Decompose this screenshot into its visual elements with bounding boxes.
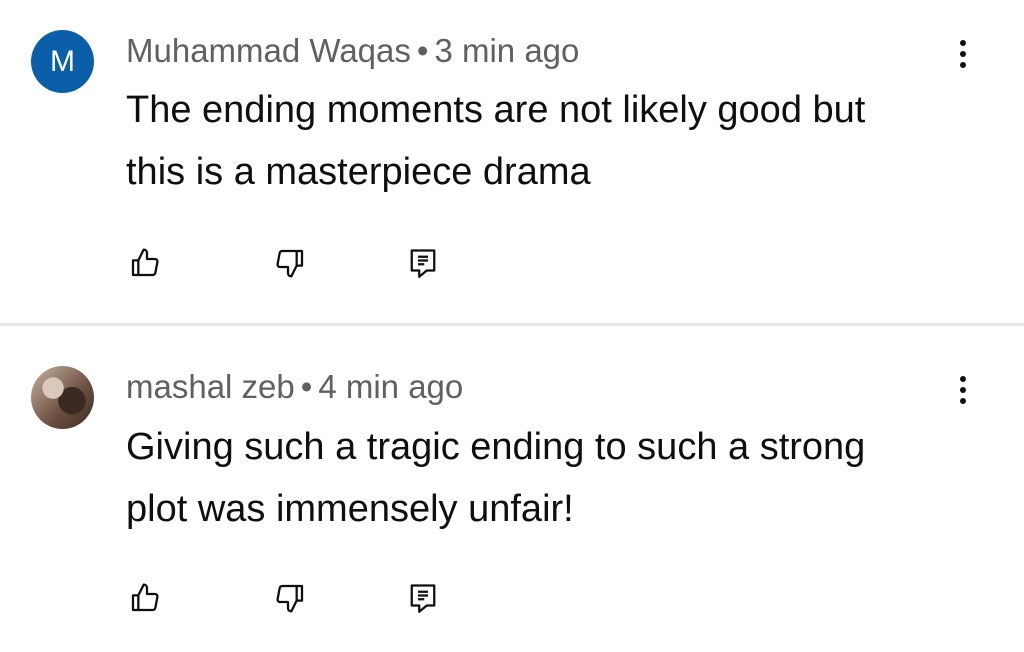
comment-actions [0,573,1024,623]
like-button[interactable] [120,238,170,288]
reply-button[interactable] [398,238,448,288]
avatar-photo [31,366,94,429]
reply-icon [410,584,436,613]
reply-button[interactable] [398,573,448,623]
comment: mashal zeb • 4 min ago Giving such a tragi… [0,326,1024,652]
comment-meta: Muhammad Waqas • 3 min ago [126,32,579,70]
reply-icon [410,249,436,278]
like-icon [131,583,159,612]
like-icon [131,248,159,277]
timestamp: 4 min ago [318,368,464,405]
separator: • [416,32,429,69]
comment-text: Giving such a tragic ending to such a st… [126,426,866,530]
comment-meta: mashal zeb • 4 min ago [126,368,463,406]
avatar[interactable] [31,366,94,429]
dislike-icon [276,249,304,278]
timestamp: 3 min ago [434,32,580,69]
avatar[interactable]: M [31,30,94,93]
author-name[interactable]: Muhammad Waqas [126,32,411,69]
comment-actions [0,238,1024,288]
avatar-letter: M [31,30,94,93]
author-name[interactable]: mashal zeb [126,368,295,405]
like-button[interactable] [120,573,170,623]
more-vert-icon[interactable] [945,24,981,84]
dislike-button[interactable] [265,573,315,623]
dislike-button[interactable] [265,238,315,288]
separator: • [300,368,313,405]
comment-text: The ending moments are not likely good b… [126,89,866,193]
comment: M Muhammad Waqas • 3 min ago The ending mo… [0,0,1024,324]
more-vert-icon[interactable] [945,360,981,420]
dislike-icon [276,584,304,613]
